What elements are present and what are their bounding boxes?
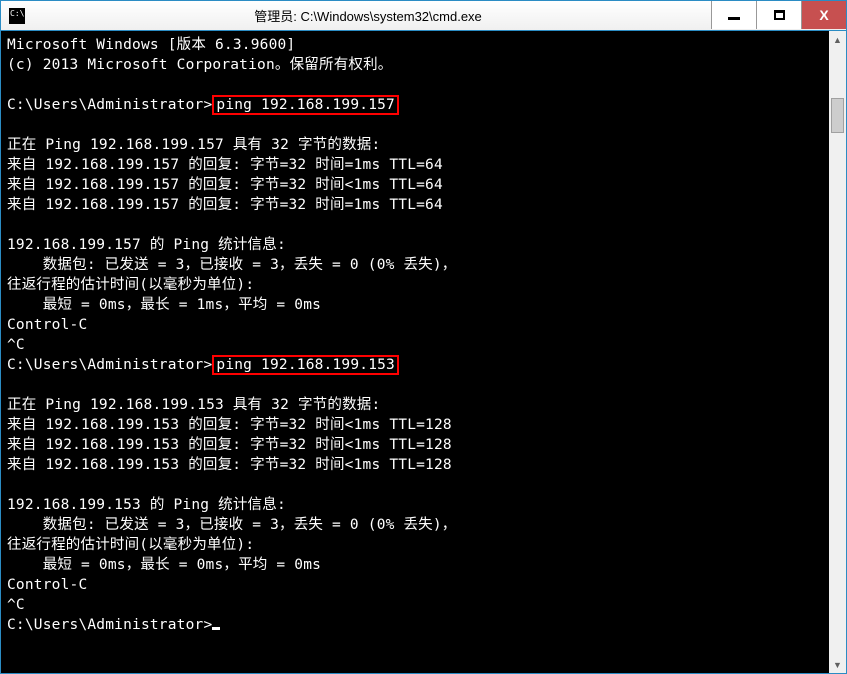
ping1-reply: 来自 192.168.199.157 的回复: 字节=32 时间<1ms TTL… (7, 177, 443, 193)
prompt: C:\Users\Administrator> (7, 357, 212, 373)
control-c: Control-C (7, 577, 87, 593)
ping2-header: 正在 Ping 192.168.199.153 具有 32 字节的数据: (7, 397, 380, 413)
scroll-up-arrow-icon[interactable]: ▲ (829, 31, 846, 48)
cmd-icon (9, 8, 25, 24)
ping2-stats-header: 192.168.199.153 的 Ping 统计信息: (7, 497, 286, 513)
terminal-output[interactable]: Microsoft Windows [版本 6.3.9600] (c) 2013… (1, 31, 829, 673)
ping1-rtt: 最短 = 0ms，最长 = 1ms，平均 = 0ms (7, 297, 321, 313)
ping1-header: 正在 Ping 192.168.199.157 具有 32 字节的数据: (7, 137, 380, 153)
minimize-button[interactable] (711, 1, 756, 29)
ping1-rtt-label: 往返行程的估计时间(以毫秒为单位): (7, 277, 254, 293)
ping2-reply: 来自 192.168.199.153 的回复: 字节=32 时间<1ms TTL… (7, 417, 452, 433)
ping2-rtt-label: 往返行程的估计时间(以毫秒为单位): (7, 537, 254, 553)
vertical-scrollbar[interactable]: ▲ ▼ (829, 31, 846, 673)
ping1-stats-header: 192.168.199.157 的 Ping 统计信息: (7, 237, 286, 253)
prompt: C:\Users\Administrator> (7, 617, 212, 633)
ping2-packets: 数据包: 已发送 = 3，已接收 = 3，丢失 = 0 (0% 丢失)， (7, 517, 457, 533)
caret-c: ^C (7, 337, 25, 353)
control-c: Control-C (7, 317, 87, 333)
os-header: Microsoft Windows [版本 6.3.9600] (7, 37, 295, 53)
copyright: (c) 2013 Microsoft Corporation。保留所有权利。 (7, 57, 393, 73)
close-icon: X (819, 7, 828, 23)
titlebar-buttons: X (711, 1, 846, 30)
ping1-reply: 来自 192.168.199.157 的回复: 字节=32 时间=1ms TTL… (7, 197, 443, 213)
ping2-reply: 来自 192.168.199.153 的回复: 字节=32 时间<1ms TTL… (7, 437, 452, 453)
titlebar[interactable]: 管理员: C:\Windows\system32\cmd.exe X (1, 1, 846, 31)
scroll-thumb[interactable] (831, 98, 844, 133)
close-button[interactable]: X (801, 1, 846, 29)
prompt: C:\Users\Administrator> (7, 97, 212, 113)
cmd-window: 管理员: C:\Windows\system32\cmd.exe X Micro… (0, 0, 847, 674)
cursor (212, 627, 220, 630)
window-title: 管理员: C:\Windows\system32\cmd.exe (25, 6, 711, 25)
ping-command-1: ping 192.168.199.157 (212, 95, 399, 115)
terminal-area: Microsoft Windows [版本 6.3.9600] (c) 2013… (1, 31, 846, 673)
ping-command-2: ping 192.168.199.153 (212, 355, 399, 375)
caret-c: ^C (7, 597, 25, 613)
ping1-packets: 数据包: 已发送 = 3，已接收 = 3，丢失 = 0 (0% 丢失)， (7, 257, 457, 273)
maximize-button[interactable] (756, 1, 801, 29)
ping2-rtt: 最短 = 0ms，最长 = 0ms，平均 = 0ms (7, 557, 321, 573)
scroll-track[interactable] (829, 48, 846, 656)
scroll-down-arrow-icon[interactable]: ▼ (829, 656, 846, 673)
ping2-reply: 来自 192.168.199.153 的回复: 字节=32 时间<1ms TTL… (7, 457, 452, 473)
ping1-reply: 来自 192.168.199.157 的回复: 字节=32 时间=1ms TTL… (7, 157, 443, 173)
